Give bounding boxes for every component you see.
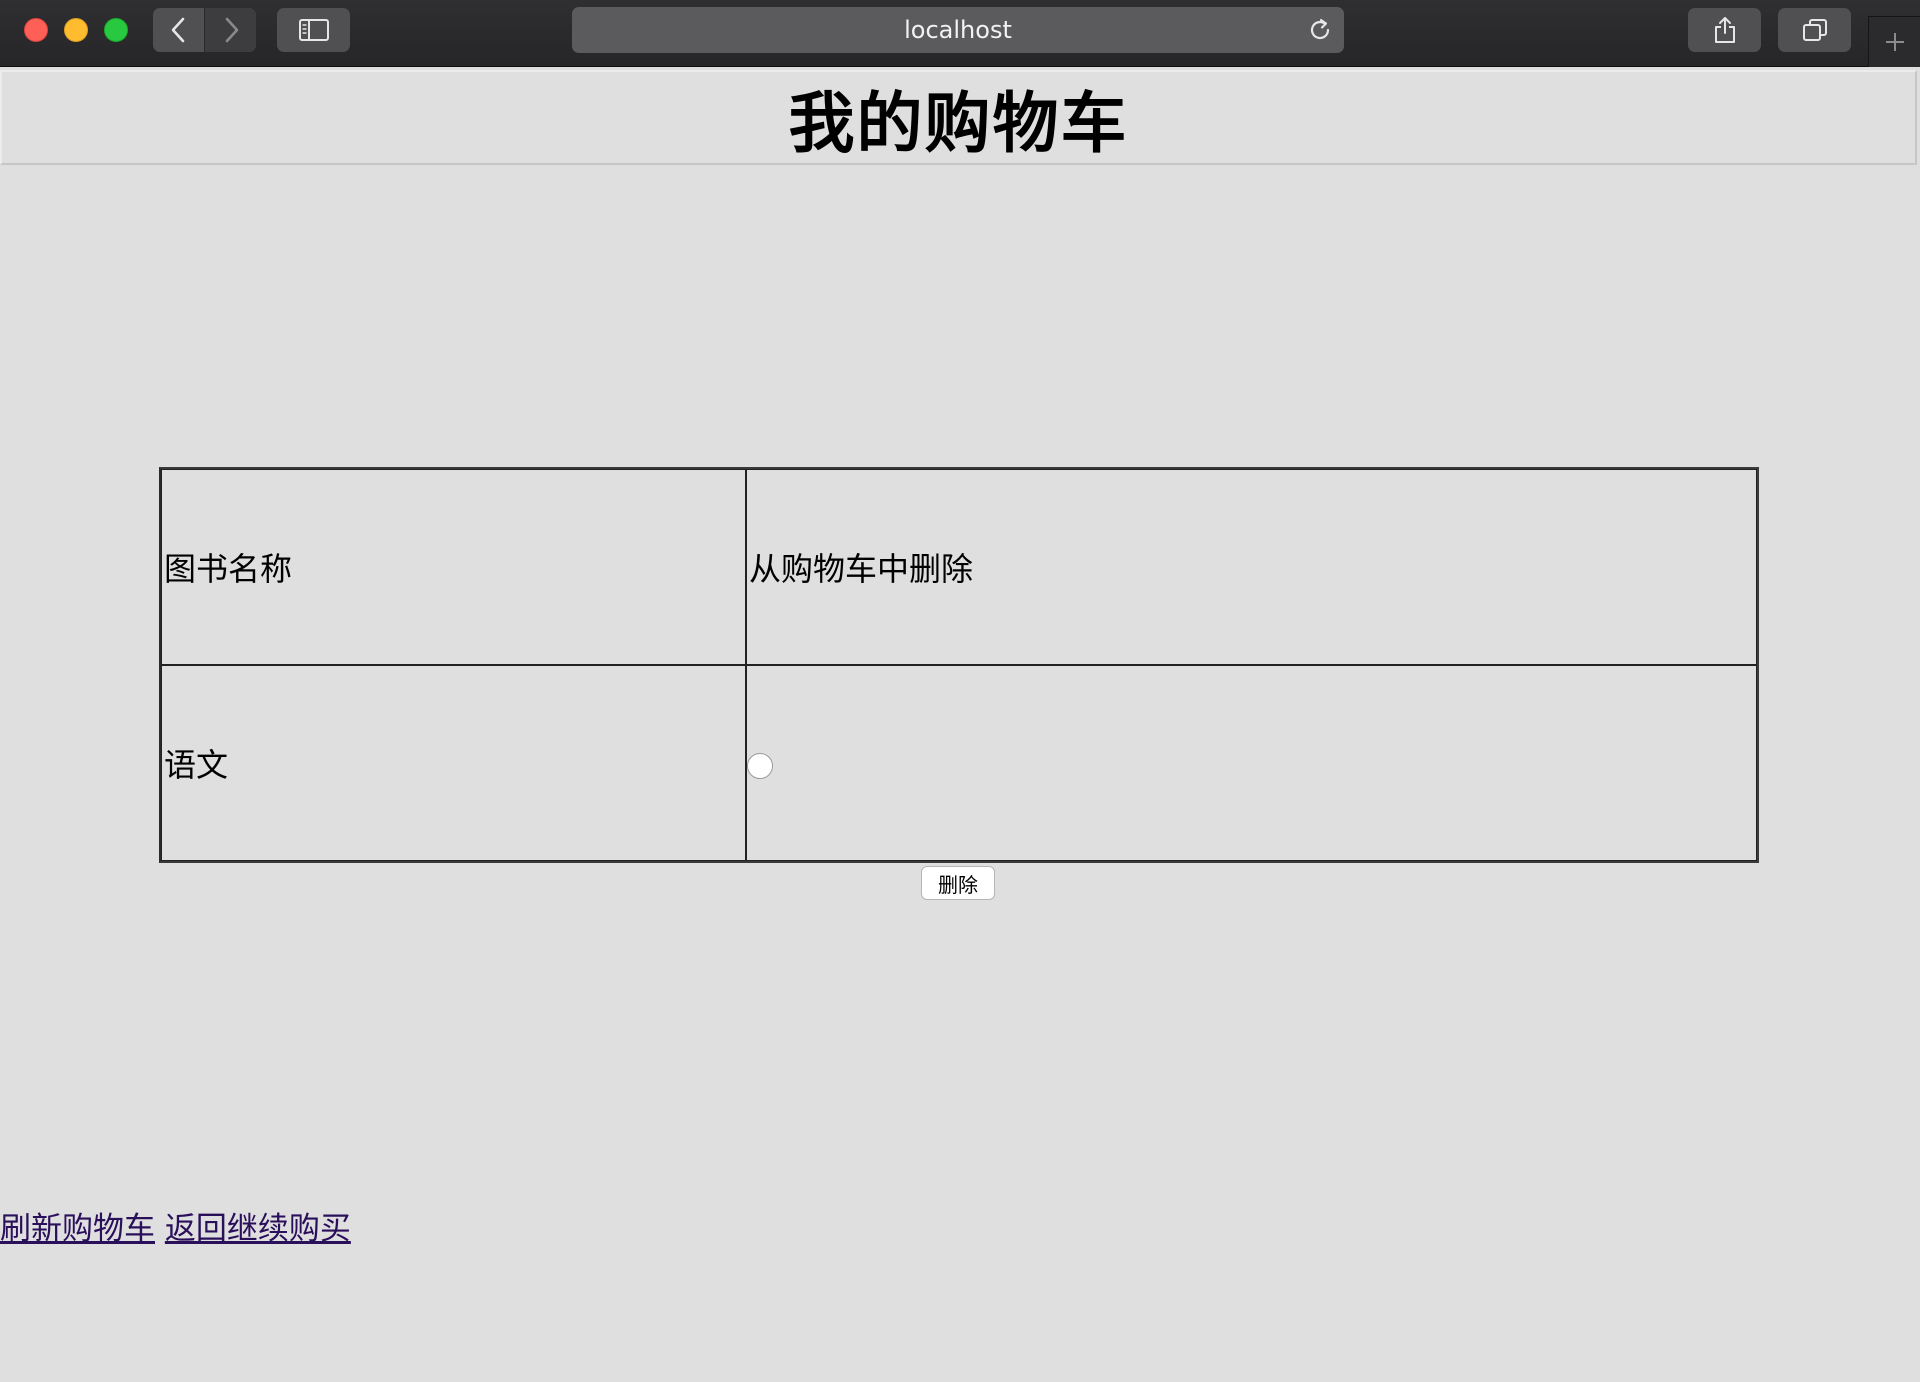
book-name-cell: 语文 — [161, 665, 746, 861]
table-header-row: 图书名称 从购物车中删除 — [161, 469, 1757, 665]
url-text: localhost — [904, 16, 1012, 44]
new-tab-button[interactable] — [1868, 16, 1920, 67]
reload-icon — [1310, 18, 1330, 40]
footer-links: 刷新购物车 返回继续购买 — [0, 1203, 351, 1248]
table-row: 语文 — [161, 665, 1757, 861]
chevron-right-icon — [225, 17, 238, 43]
share-icon — [1714, 17, 1735, 43]
address-bar[interactable]: localhost — [572, 7, 1344, 53]
continue-shopping-link[interactable]: 返回继续购买 — [165, 1211, 351, 1247]
plus-icon — [1885, 33, 1904, 51]
chevron-left-icon — [171, 17, 184, 43]
page-title: 我的购物车 — [788, 83, 1129, 162]
share-button[interactable] — [1688, 8, 1761, 52]
page-header: 我的购物车 — [0, 70, 1917, 165]
page-content: 我的购物车 图书名称 从购物车中删除 语文 删除 刷新购物车 返回继续购买 — [0, 67, 1920, 1382]
column-header-remove: 从购物车中删除 — [746, 469, 1757, 665]
browser-toolbar: localhost — [0, 0, 1920, 67]
remove-radio-button[interactable] — [747, 752, 773, 779]
refresh-cart-link[interactable]: 刷新购物车 — [0, 1211, 155, 1247]
reload-button[interactable] — [1306, 16, 1334, 44]
back-button[interactable] — [153, 8, 204, 52]
tab-overview-button[interactable] — [1778, 8, 1851, 52]
sidebar-icon — [298, 19, 329, 41]
cart-table: 图书名称 从购物车中删除 语文 — [159, 467, 1759, 863]
delete-button[interactable]: 删除 — [921, 866, 995, 900]
remove-select-cell — [746, 665, 1757, 861]
sidebar-toggle-button[interactable] — [277, 8, 350, 52]
maximize-window-button[interactable] — [104, 18, 128, 42]
close-window-button[interactable] — [24, 18, 48, 42]
navigation-buttons — [153, 8, 256, 52]
minimize-window-button[interactable] — [64, 18, 88, 42]
column-header-book-name: 图书名称 — [161, 469, 746, 665]
forward-button[interactable] — [205, 8, 256, 52]
tabs-overview-icon — [1802, 19, 1827, 41]
